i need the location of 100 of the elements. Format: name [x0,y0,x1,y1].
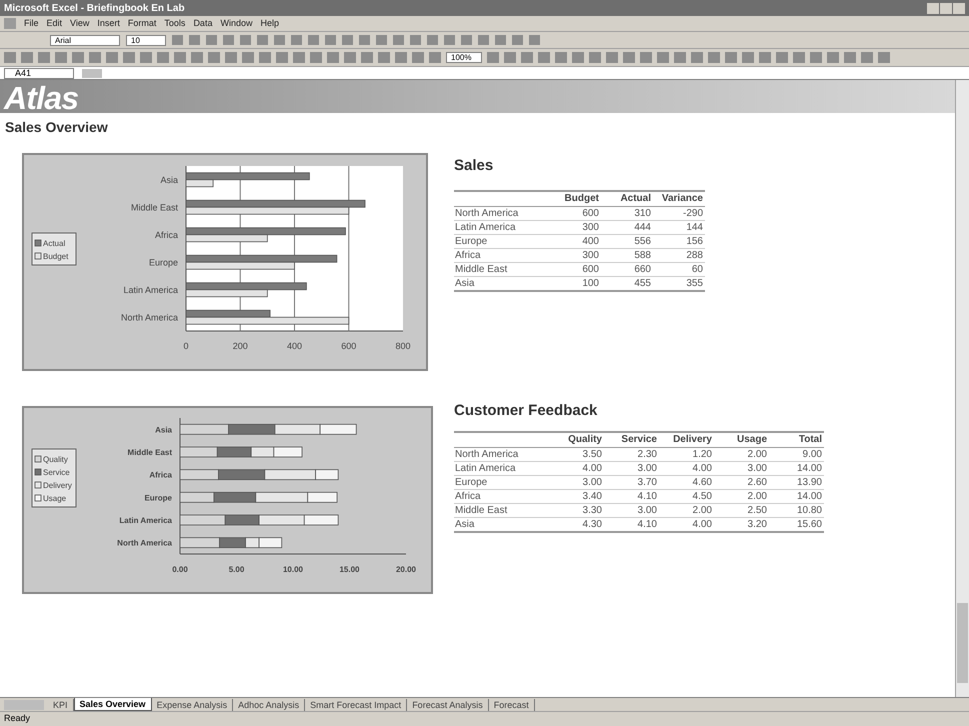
toolbar-button[interactable] [325,35,336,45]
toolbar-button[interactable] [674,52,686,63]
toolbar-button[interactable] [487,52,499,63]
toolbar-button[interactable] [427,35,438,45]
toolbar-button[interactable] [376,35,387,45]
toolbar-button[interactable] [844,52,856,63]
toolbar-button[interactable] [555,52,567,63]
toolbar-button[interactable] [623,52,635,63]
sheet-tab[interactable]: Sales Overview [74,698,152,711]
menu-item[interactable]: View [70,16,90,30]
font-size-field[interactable]: 10 [126,34,166,46]
toolbar-button[interactable] [191,52,203,63]
toolbar-button[interactable] [225,52,237,63]
toolbar-button[interactable] [572,52,584,63]
toolbar-button[interactable] [189,35,200,45]
toolbar-button[interactable] [429,52,441,63]
toolbar-button[interactable] [208,52,220,63]
toolbar-button[interactable] [206,35,217,45]
toolbar-button[interactable] [293,52,305,63]
toolbar-button[interactable] [412,52,424,63]
toolbar-button[interactable] [89,52,101,63]
scrollbar-thumb[interactable] [957,603,968,683]
toolbar-button[interactable] [291,35,302,45]
toolbar-button[interactable] [742,52,754,63]
toolbar-button[interactable] [310,52,322,63]
toolbar-button[interactable] [589,52,601,63]
axis-label: 20.00 [396,565,416,574]
zoom-field[interactable]: 100% [446,52,482,63]
toolbar-button[interactable] [140,52,152,63]
toolbar-button[interactable] [538,52,550,63]
font-field[interactable]: Arial [50,34,120,46]
toolbar-button[interactable] [274,35,285,45]
toolbar-button[interactable] [240,35,251,45]
menu-item[interactable]: Tools [164,16,186,30]
sheet-tab[interactable]: Adhoc Analysis [233,698,306,710]
toolbar-button[interactable] [123,52,135,63]
toolbar-button[interactable] [72,52,84,63]
menu-item[interactable]: Data [193,16,212,30]
sheet-tab[interactable]: Smart Forecast Impact [305,698,408,710]
toolbar-button[interactable] [393,35,404,45]
toolbar-button[interactable] [38,52,50,63]
toolbar-button[interactable] [21,52,33,63]
toolbar-button[interactable] [242,52,254,63]
toolbar-button[interactable] [776,52,788,63]
toolbar-button[interactable] [4,52,16,63]
toolbar-button[interactable] [444,35,455,45]
toolbar-button[interactable] [172,35,183,45]
toolbar-button[interactable] [174,52,186,63]
toolbar-button[interactable] [691,52,703,63]
toolbar-button[interactable] [308,35,319,45]
maximize-button[interactable] [940,2,952,14]
toolbar-button[interactable] [521,52,533,63]
toolbar-button[interactable] [276,52,288,63]
toolbar-button[interactable] [640,52,652,63]
toolbar-button[interactable] [259,52,271,63]
toolbar-button[interactable] [361,52,373,63]
toolbar-button[interactable] [461,35,472,45]
legend-swatch [34,468,42,476]
toolbar-button[interactable] [410,35,421,45]
sheet-tab[interactable]: Expense Analysis [152,698,234,710]
menu-item[interactable]: Insert [97,16,120,30]
toolbar-button[interactable] [495,35,506,45]
toolbar-button[interactable] [725,52,737,63]
toolbar-button[interactable] [793,52,805,63]
toolbar-button[interactable] [529,35,540,45]
menu-item[interactable]: File [24,16,39,30]
toolbar-button[interactable] [827,52,839,63]
toolbar-button[interactable] [512,35,523,45]
toolbar-button[interactable] [55,52,67,63]
toolbar-button[interactable] [327,52,339,63]
toolbar-button[interactable] [395,52,407,63]
menu-item[interactable]: Edit [46,16,62,30]
menu-item[interactable]: Window [220,16,252,30]
toolbar-button[interactable] [342,35,353,45]
toolbar-button[interactable] [657,52,669,63]
toolbar-button[interactable] [878,52,890,63]
toolbar-button[interactable] [708,52,720,63]
toolbar-button[interactable] [861,52,873,63]
toolbar-button[interactable] [157,52,169,63]
toolbar-button[interactable] [759,52,771,63]
toolbar-button[interactable] [606,52,618,63]
sheet-tab[interactable]: Forecast Analysis [407,698,489,710]
minimize-button[interactable] [927,2,939,14]
toolbar-button[interactable] [478,35,489,45]
sheet-tab[interactable]: Forecast [488,698,535,710]
toolbar-button[interactable] [106,52,118,63]
toolbar-button[interactable] [223,35,234,45]
toolbar-button[interactable] [257,35,268,45]
name-box[interactable]: A41 [4,68,74,78]
toolbar-button[interactable] [378,52,390,63]
toolbar-button[interactable] [359,35,370,45]
menu-item[interactable]: Help [260,16,279,30]
toolbar-button[interactable] [810,52,822,63]
toolbar-button[interactable] [504,52,516,63]
menu-item[interactable]: Format [128,16,156,30]
close-button[interactable] [953,2,965,14]
legend-swatch [34,494,42,502]
toolbar-button[interactable] [344,52,356,63]
tab-scroll-buttons[interactable] [4,700,44,710]
vertical-scrollbar[interactable] [955,80,969,697]
